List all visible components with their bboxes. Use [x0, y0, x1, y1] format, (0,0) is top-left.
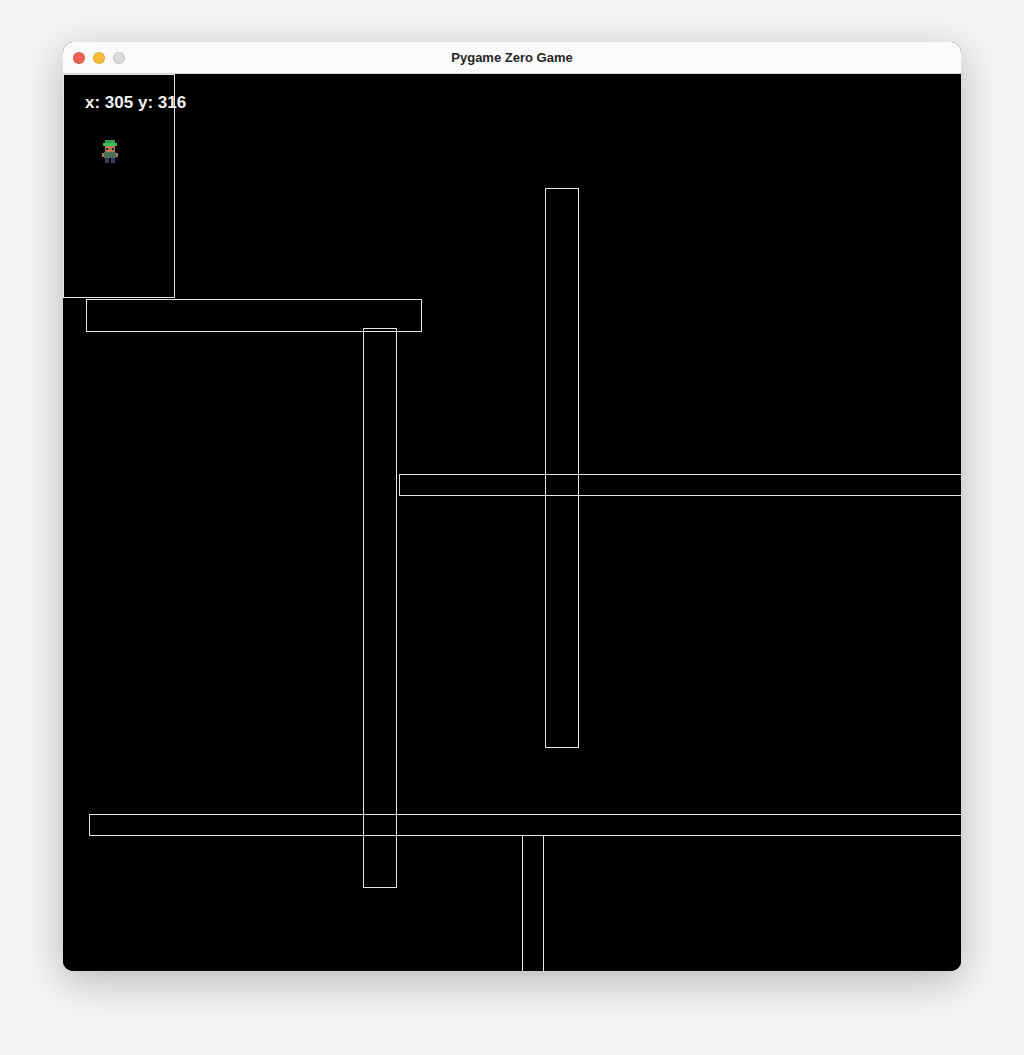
- wall: [545, 188, 579, 748]
- minimize-button[interactable]: [93, 52, 105, 64]
- window-title: Pygame Zero Game: [451, 48, 572, 68]
- wall: [522, 835, 544, 971]
- title-bar[interactable]: Pygame Zero Game: [63, 42, 961, 74]
- position-readout: x: 305 y: 316: [85, 93, 186, 113]
- wall: [399, 474, 961, 496]
- close-button[interactable]: [73, 52, 85, 64]
- game-canvas[interactable]: x: 305 y: 316: [63, 74, 961, 971]
- zoom-button: [113, 52, 125, 64]
- game-window: Pygame Zero Game x: 305 y: 316: [63, 42, 961, 971]
- wall: [363, 328, 397, 888]
- wall: [89, 814, 961, 836]
- player-icon: [100, 139, 120, 165]
